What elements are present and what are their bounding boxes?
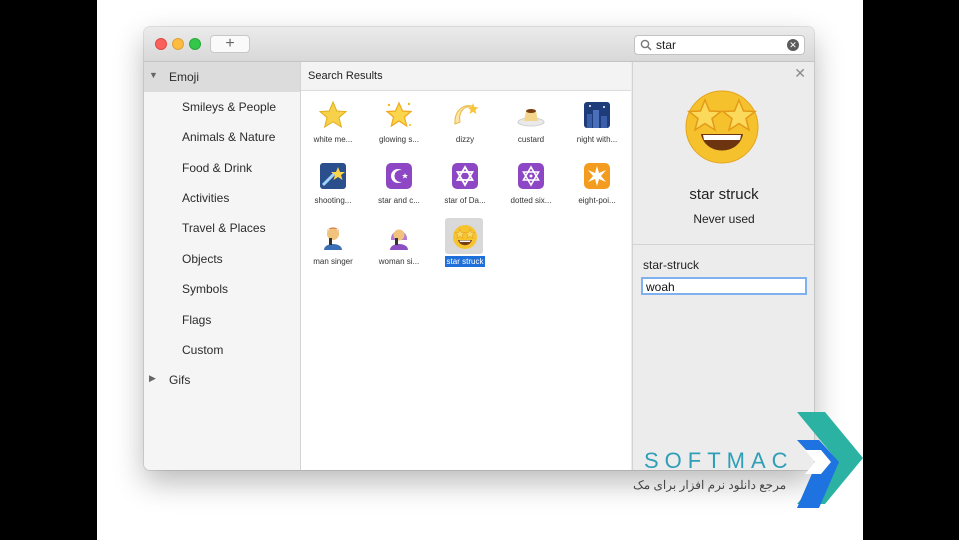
emoji-name: star struck xyxy=(689,186,759,203)
emoji-tile[interactable]: shooting... xyxy=(301,155,365,213)
star-and-crescent-icon xyxy=(386,163,412,189)
sidebar-group-label: Gifs xyxy=(169,373,191,387)
sidebar-item-label: Objects xyxy=(182,252,223,266)
disclosure-open-icon[interactable]: ▼ xyxy=(149,70,158,80)
emoji-label: night with... xyxy=(576,135,618,144)
search-input[interactable]: star xyxy=(656,38,676,52)
disclosure-closed-icon[interactable]: ▶ xyxy=(149,373,156,384)
sidebar-item-label: Activities xyxy=(182,191,230,205)
sidebar-group-emoji[interactable]: ▼ Emoji xyxy=(144,62,300,92)
sidebar-item-label: Travel & Places xyxy=(182,221,266,235)
sidebar-item-label: Smileys & People xyxy=(182,100,277,114)
emoji-tile[interactable]: star and c... xyxy=(367,155,431,213)
sidebar-item-label: Food & Drink xyxy=(182,161,253,175)
emoji-label: white me... xyxy=(313,135,353,144)
emoji-label: dotted six... xyxy=(510,196,552,205)
sidebar-item-custom[interactable]: Custom xyxy=(144,335,300,365)
emoji-label: dizzy xyxy=(455,135,475,144)
sidebar: ▼ Emoji Smileys & People Animals & Natur… xyxy=(144,62,301,470)
add-button[interactable]: + xyxy=(210,35,250,53)
sidebar-item-label: Custom xyxy=(182,343,224,357)
emoji-tile[interactable]: dotted six... xyxy=(499,155,563,213)
dotted-six-pointed-star-icon xyxy=(518,163,544,189)
emoji-tile[interactable]: custard xyxy=(499,94,563,152)
emoji-label-text: star struck xyxy=(444,256,486,267)
keyword-label: star-struck xyxy=(643,258,700,272)
results-header: Search Results xyxy=(301,62,631,91)
emoji-tile-selected[interactable]: star struck xyxy=(433,216,497,274)
man-singer-icon xyxy=(324,227,342,250)
minimize-window-button[interactable] xyxy=(172,38,184,50)
sidebar-item-animals[interactable]: Animals & Nature xyxy=(144,122,300,152)
emoji-label: star of Da... xyxy=(444,196,486,205)
divider xyxy=(633,244,814,245)
sidebar-item-label: Animals & Nature xyxy=(182,130,276,144)
zoom-window-button[interactable] xyxy=(189,38,201,50)
close-window-button[interactable] xyxy=(155,38,167,50)
eight-pointed-star-icon xyxy=(584,163,610,189)
results-pane: Search Results white me... glowing s... … xyxy=(301,62,631,470)
emoji-tile[interactable]: white me... xyxy=(301,94,365,152)
shooting-star-icon xyxy=(320,163,346,189)
star-struck-icon xyxy=(685,90,759,164)
sidebar-item-symbols[interactable]: Symbols xyxy=(144,274,300,304)
emoji-label: shooting... xyxy=(314,196,352,205)
detail-pane: ✕ star struck Never used star-struck woa… xyxy=(632,62,814,470)
emoji-label: glowing s... xyxy=(378,135,420,144)
white-star-icon xyxy=(318,100,348,129)
emoji-label: woman si... xyxy=(378,257,420,266)
emoji-tile[interactable]: dizzy xyxy=(433,94,497,152)
emoji-tile[interactable]: glowing s... xyxy=(367,94,431,152)
results-title: Search Results xyxy=(308,70,383,82)
sidebar-item-label: Flags xyxy=(182,313,212,327)
emoji-tile[interactable]: star of Da... xyxy=(433,155,497,213)
dizzy-icon xyxy=(454,103,479,125)
emoji-label: star and c... xyxy=(378,196,420,205)
glowing-star-icon xyxy=(385,101,413,128)
sidebar-item-travel[interactable]: Travel & Places xyxy=(144,213,300,243)
emoji-label: star struck xyxy=(433,256,497,267)
sidebar-item-activities[interactable]: Activities xyxy=(144,183,300,213)
screenshot-frame: + star ✕ ▼ Emoji Smileys & People Animal… xyxy=(97,0,863,540)
emoji-tile[interactable]: night with... xyxy=(565,94,629,152)
emoji-tile[interactable]: eight-poi... xyxy=(565,155,629,213)
brand-name: SOFTMAC xyxy=(644,448,794,473)
sidebar-item-objects[interactable]: Objects xyxy=(144,244,300,274)
keyword-field[interactable]: woah xyxy=(641,277,807,295)
emoji-tile[interactable]: woman si... xyxy=(367,216,431,274)
sidebar-item-label: Symbols xyxy=(182,282,229,296)
star-struck-icon xyxy=(453,225,477,249)
brand-subtitle: مرجع دانلود نرم افزار برای مک xyxy=(633,478,787,492)
sidebar-item-food[interactable]: Food & Drink xyxy=(144,153,300,183)
custard-icon xyxy=(517,109,545,127)
sidebar-item-smileys[interactable]: Smileys & People xyxy=(144,92,300,122)
woman-singer-icon xyxy=(390,229,408,250)
sidebar-group-gifs[interactable]: ▶ Gifs xyxy=(144,365,300,395)
sidebar-item-flags[interactable]: Flags xyxy=(144,305,300,335)
search-icon xyxy=(640,39,652,51)
softmac-logo-icon xyxy=(797,412,863,508)
search-field[interactable]: star ✕ xyxy=(634,35,805,55)
emoji-label: man singer xyxy=(313,257,353,266)
star-of-david-icon xyxy=(452,163,478,189)
sidebar-group-label: Emoji xyxy=(169,70,200,84)
night-with-stars-icon xyxy=(584,102,610,128)
titlebar: + star ✕ xyxy=(144,27,814,62)
emoji-tile[interactable]: man singer xyxy=(301,216,365,274)
plus-icon: + xyxy=(225,35,235,52)
emoji-label: custard xyxy=(517,135,545,144)
clear-search-icon[interactable]: ✕ xyxy=(787,39,799,51)
usage-status: Never used xyxy=(693,212,755,226)
emoji-label: eight-poi... xyxy=(578,196,616,205)
close-icon[interactable]: ✕ xyxy=(794,65,806,82)
emoji-viewer-window: + star ✕ ▼ Emoji Smileys & People Animal… xyxy=(144,27,814,470)
